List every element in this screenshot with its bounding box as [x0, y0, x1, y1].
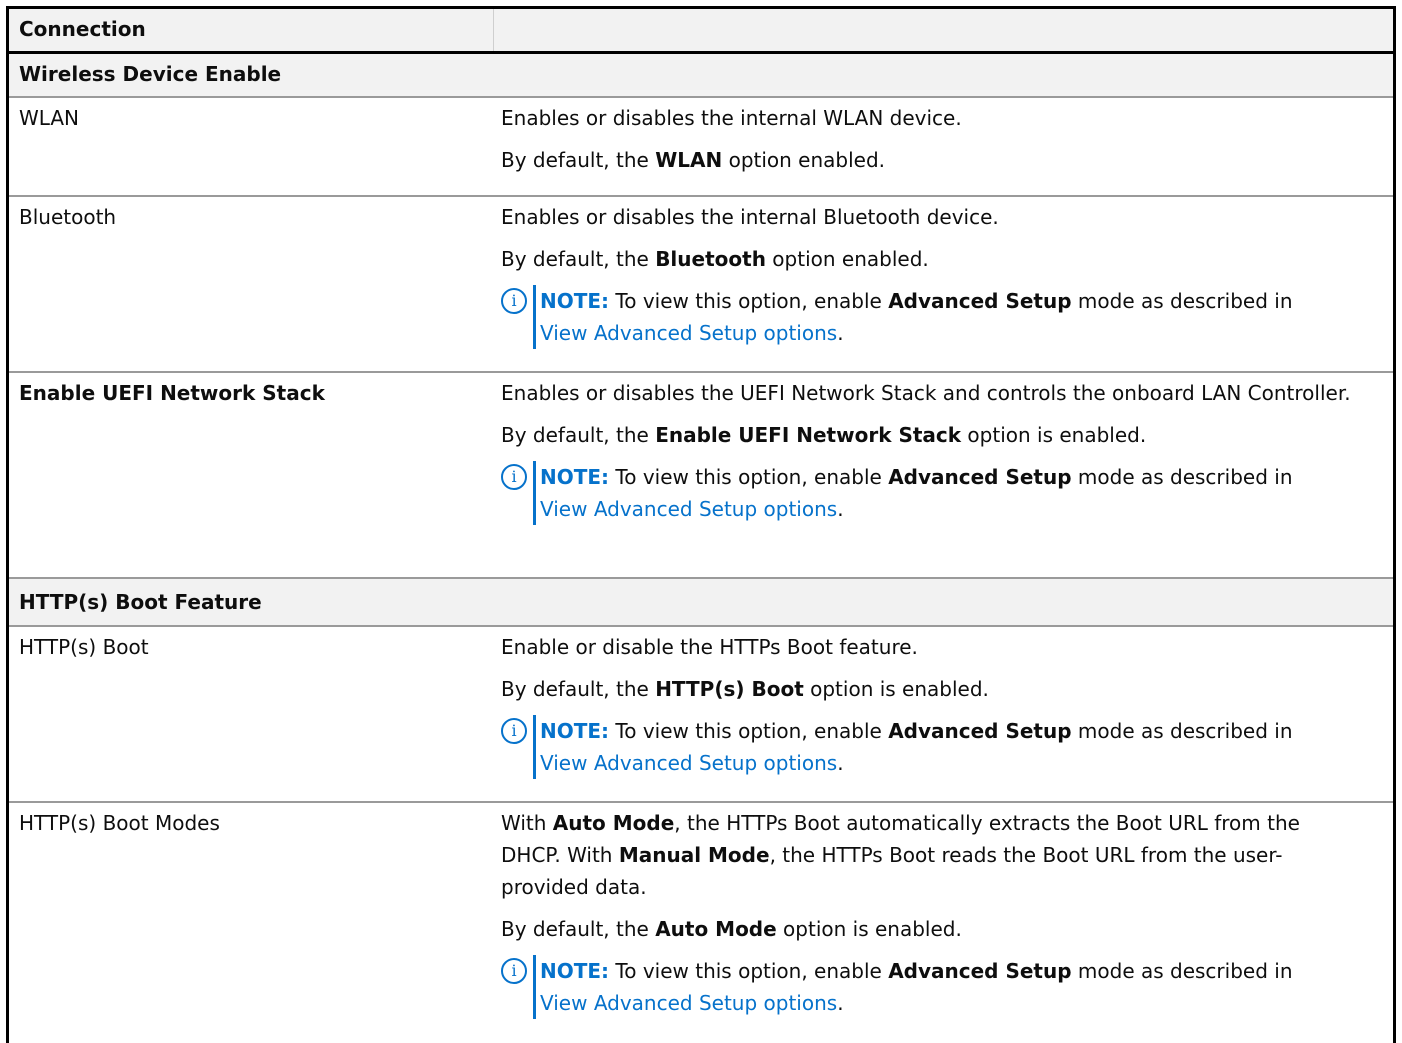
description-text: Enables or disables the UEFI Network Sta…	[501, 381, 1351, 405]
option-description: Enables or disables the internal Bluetoo…	[497, 197, 1393, 371]
table-row-https-boot: HTTP(s) Boot Enable or disable the HTTPs…	[9, 627, 1393, 803]
option-name: Bluetooth	[19, 205, 117, 229]
connection-table: Connection Wireless Device Enable WLAN E…	[6, 6, 1396, 1043]
note-block: i NOTE: To view this option, enable Adva…	[501, 461, 1357, 525]
note-label: NOTE:	[540, 719, 610, 743]
default-text: By default, the Bluetooth option enabled…	[501, 247, 929, 271]
note-label: NOTE:	[540, 465, 610, 489]
option-description: With Auto Mode, the HTTPs Boot automatic…	[497, 803, 1393, 1043]
default-text: By default, the WLAN option enabled.	[501, 148, 886, 172]
option-name: HTTP(s) Boot	[19, 635, 149, 659]
section-title: Wireless Device Enable	[19, 62, 282, 86]
default-text: By default, the Enable UEFI Network Stac…	[501, 423, 1147, 447]
description-text: Enables or disables the internal WLAN de…	[501, 106, 962, 130]
description-text: With Auto Mode, the HTTPs Boot automatic…	[501, 811, 1300, 899]
section-header-wireless: Wireless Device Enable	[9, 54, 1393, 98]
note-block: i NOTE: To view this option, enable Adva…	[501, 955, 1357, 1019]
note-label: NOTE:	[540, 959, 610, 983]
advanced-setup-link[interactable]: View Advanced Setup options	[540, 497, 837, 521]
option-description: Enable or disable the HTTPs Boot feature…	[497, 627, 1393, 801]
table-row-https-boot-modes: HTTP(s) Boot Modes With Auto Mode, the H…	[9, 803, 1393, 1043]
table-row-bluetooth: Bluetooth Enables or disables the intern…	[9, 197, 1393, 373]
note-label: NOTE:	[540, 289, 610, 313]
table-row-uefi-network-stack: Enable UEFI Network Stack Enables or dis…	[9, 373, 1393, 579]
option-description: Enables or disables the internal WLAN de…	[497, 98, 1393, 195]
advanced-setup-link[interactable]: View Advanced Setup options	[540, 321, 837, 345]
option-name: Enable UEFI Network Stack	[19, 381, 325, 405]
section-header-https-boot: HTTP(s) Boot Feature	[9, 579, 1393, 627]
default-text: By default, the Auto Mode option is enab…	[501, 917, 962, 941]
note-block: i NOTE: To view this option, enable Adva…	[501, 715, 1357, 779]
advanced-setup-link[interactable]: View Advanced Setup options	[540, 991, 837, 1015]
option-name: WLAN	[19, 106, 80, 130]
option-name: HTTP(s) Boot Modes	[19, 811, 220, 835]
info-icon: i	[501, 288, 527, 314]
default-text: By default, the HTTP(s) Boot option is e…	[501, 677, 989, 701]
info-icon: i	[501, 718, 527, 744]
note-block: i NOTE: To view this option, enable Adva…	[501, 285, 1357, 349]
info-icon: i	[501, 958, 527, 984]
table-row-wlan: WLAN Enables or disables the internal WL…	[9, 98, 1393, 197]
advanced-setup-link[interactable]: View Advanced Setup options	[540, 751, 837, 775]
info-icon: i	[501, 464, 527, 490]
section-title: HTTP(s) Boot Feature	[19, 590, 262, 614]
table-header: Connection	[9, 9, 1393, 54]
table-title: Connection	[19, 17, 146, 41]
description-text: Enable or disable the HTTPs Boot feature…	[501, 635, 918, 659]
description-text: Enables or disables the internal Bluetoo…	[501, 205, 999, 229]
option-description: Enables or disables the UEFI Network Sta…	[497, 373, 1393, 577]
